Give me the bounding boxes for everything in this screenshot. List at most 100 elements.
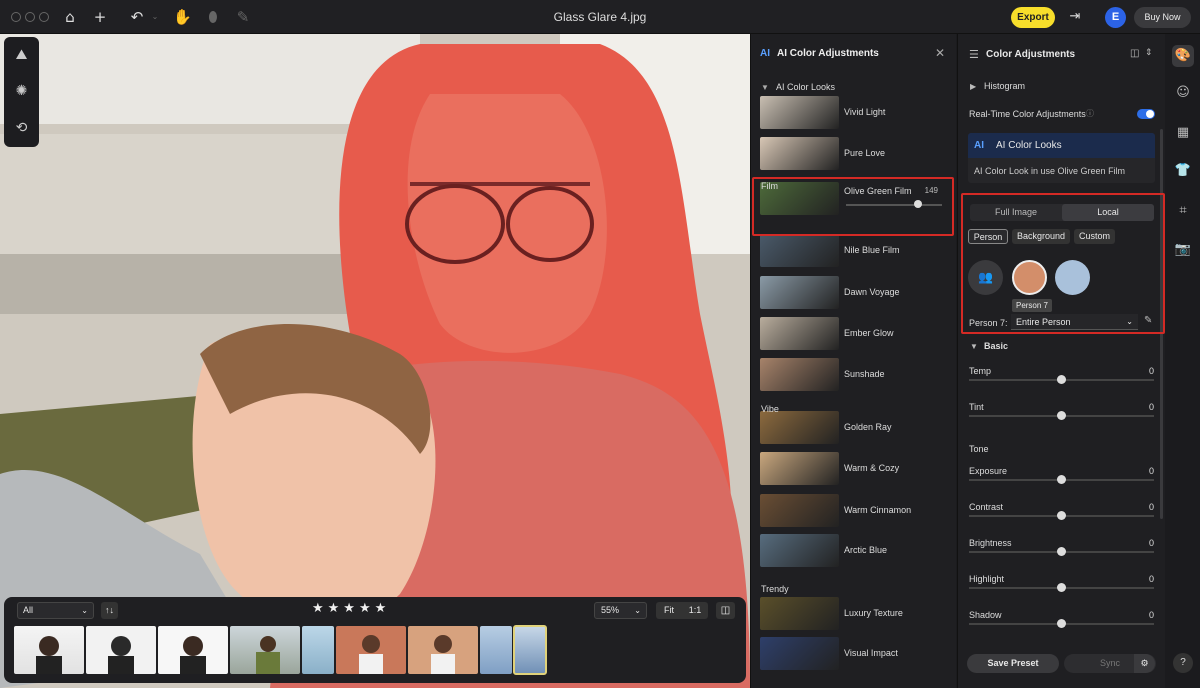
- filmstrip: All ⌄ ↑↓ ★★★★★ 55% ⌄ Fit 1:1 ◫: [4, 597, 746, 683]
- compare-view-icon[interactable]: ◫: [716, 602, 735, 619]
- look-item[interactable]: Nile Blue Film: [760, 234, 948, 271]
- slider-knob[interactable]: [1057, 411, 1066, 420]
- panel-title: Color Adjustments: [986, 49, 1076, 60]
- thumbnail-image: [256, 636, 280, 674]
- history-icon[interactable]: ⟲: [12, 119, 31, 138]
- thumbnail[interactable]: [408, 626, 478, 674]
- slider-contrast: Contrast 0: [969, 502, 1154, 532]
- realtime-toggle[interactable]: [1137, 109, 1155, 119]
- slider-value: 0: [1148, 366, 1154, 376]
- thumbnail[interactable]: [480, 626, 512, 674]
- layout-icon[interactable]: ◫: [1130, 48, 1139, 59]
- look-item[interactable]: Dawn Voyage: [760, 276, 948, 313]
- slider-highlight: Highlight 0: [969, 574, 1154, 604]
- one-to-one-button[interactable]: 1:1: [682, 602, 708, 619]
- look-item[interactable]: Luxury Texture: [760, 597, 948, 634]
- thumbnail[interactable]: [158, 626, 228, 674]
- thumbnail[interactable]: [302, 626, 334, 674]
- help-button[interactable]: ?: [1173, 653, 1193, 673]
- collapse-triangle-icon[interactable]: ▼: [761, 83, 769, 92]
- close-icon[interactable]: ✕: [935, 46, 945, 60]
- thumbnail[interactable]: [14, 626, 84, 674]
- look-item[interactable]: Vivid Light: [760, 96, 948, 133]
- slider-knob[interactable]: [1057, 475, 1066, 484]
- buy-now-button[interactable]: Buy Now: [1134, 7, 1191, 28]
- look-item[interactable]: Warm & Cozy: [760, 452, 948, 489]
- filter-select[interactable]: All ⌄: [17, 602, 94, 619]
- sun-adjust-icon[interactable]: ✺: [12, 82, 31, 101]
- slider-label: Brightness: [969, 538, 1012, 548]
- look-name: Sunshade: [844, 369, 885, 379]
- camera-icon[interactable]: 📷: [1174, 241, 1192, 259]
- look-thumbnail: [760, 234, 839, 267]
- slider-value: 0: [1148, 574, 1154, 584]
- sort-button[interactable]: ↑↓: [101, 602, 118, 619]
- look-name: Vivid Light: [844, 107, 886, 117]
- shirt-icon[interactable]: 👕: [1174, 162, 1192, 180]
- slider-brightness: Brightness 0: [969, 538, 1154, 568]
- title-bar: ⌂ + ↶ ⌄ ✋ ⬮ ✎ Glass Glare 4.jpg Export ⇥…: [0, 0, 1200, 34]
- slider-value: 0: [1148, 402, 1154, 412]
- face-icon[interactable]: ☺: [1174, 84, 1192, 102]
- look-thumbnail: [760, 597, 839, 630]
- zoom-select[interactable]: 55% ⌄: [594, 602, 647, 619]
- photo: [0, 34, 750, 688]
- slider-tint: Tint 0: [969, 402, 1154, 432]
- palette-icon[interactable]: 🎨: [1172, 45, 1194, 67]
- slider-knob[interactable]: [1057, 619, 1066, 628]
- panel-title: AI Color Adjustments: [777, 48, 879, 59]
- fit-button[interactable]: Fit: [656, 602, 682, 619]
- expand-chevrons-icon[interactable]: ⇕: [1145, 47, 1153, 58]
- slider-label: Contrast: [969, 502, 1004, 512]
- zoom-value: 55%: [601, 605, 620, 615]
- slider-temp: Temp 0: [969, 366, 1154, 396]
- look-item[interactable]: Visual Impact: [760, 637, 948, 674]
- collapse-triangle-icon[interactable]: ▼: [970, 342, 978, 351]
- slider-knob[interactable]: [1057, 547, 1066, 556]
- image-canvas[interactable]: [0, 34, 750, 688]
- slider-shadow: Shadow 0: [969, 610, 1154, 640]
- section-title: AI Color Looks: [776, 82, 836, 92]
- slider-value: 0: [1148, 538, 1154, 548]
- export-button[interactable]: Export: [1011, 7, 1055, 28]
- expand-triangle-icon[interactable]: ▶: [970, 82, 976, 91]
- share-icon[interactable]: ⇥: [1066, 8, 1084, 26]
- slider-knob[interactable]: [1057, 511, 1066, 520]
- histogram-label[interactable]: Histogram: [984, 81, 1025, 91]
- slider-knob[interactable]: [1057, 375, 1066, 384]
- slider-label: Temp: [969, 366, 992, 376]
- look-item[interactable]: Ember Glow: [760, 317, 948, 354]
- save-preset-button[interactable]: Save Preset: [967, 654, 1059, 673]
- slider-value: 0: [1148, 610, 1154, 620]
- crop-icon[interactable]: ⌗: [1174, 202, 1192, 220]
- look-thumbnail: [760, 137, 839, 170]
- look-name: Nile Blue Film: [844, 245, 900, 255]
- thumbnail[interactable]: [336, 626, 406, 674]
- ai-color-looks-box: AI AI Color Looks AI Color Look in use O…: [968, 133, 1155, 183]
- grid-icon[interactable]: ▦: [1174, 124, 1192, 142]
- look-item[interactable]: Pure Love: [760, 137, 948, 174]
- look-item[interactable]: Golden Ray: [760, 411, 948, 448]
- thumbnail-selected[interactable]: [513, 625, 547, 675]
- look-thumbnail: [760, 276, 839, 309]
- slider-value: 0: [1148, 502, 1154, 512]
- thumbnail-image: [431, 635, 455, 674]
- look-item[interactable]: Warm Cinnamon: [760, 494, 948, 531]
- sync-settings-icon[interactable]: ⚙: [1134, 654, 1155, 673]
- slider-knob[interactable]: [1057, 583, 1066, 592]
- thumbnail[interactable]: [86, 626, 156, 674]
- filter-value: All: [23, 605, 34, 615]
- thumbnail-image: [36, 636, 62, 674]
- look-name: Ember Glow: [844, 328, 894, 338]
- look-item[interactable]: Sunshade: [760, 358, 948, 395]
- tone-label: Tone: [969, 444, 989, 454]
- info-icon[interactable]: ⓘ: [1086, 108, 1094, 119]
- avatar[interactable]: E: [1105, 7, 1126, 28]
- thumbnail[interactable]: [230, 626, 300, 674]
- look-name: Warm Cinnamon: [844, 505, 912, 515]
- star-rating[interactable]: ★★★★★: [312, 601, 390, 616]
- look-item[interactable]: Arctic Blue: [760, 534, 948, 571]
- ai-enhance-icon[interactable]: ⛰: [12, 46, 31, 65]
- look-thumbnail: [760, 411, 839, 444]
- slider-label: Exposure: [969, 466, 1008, 476]
